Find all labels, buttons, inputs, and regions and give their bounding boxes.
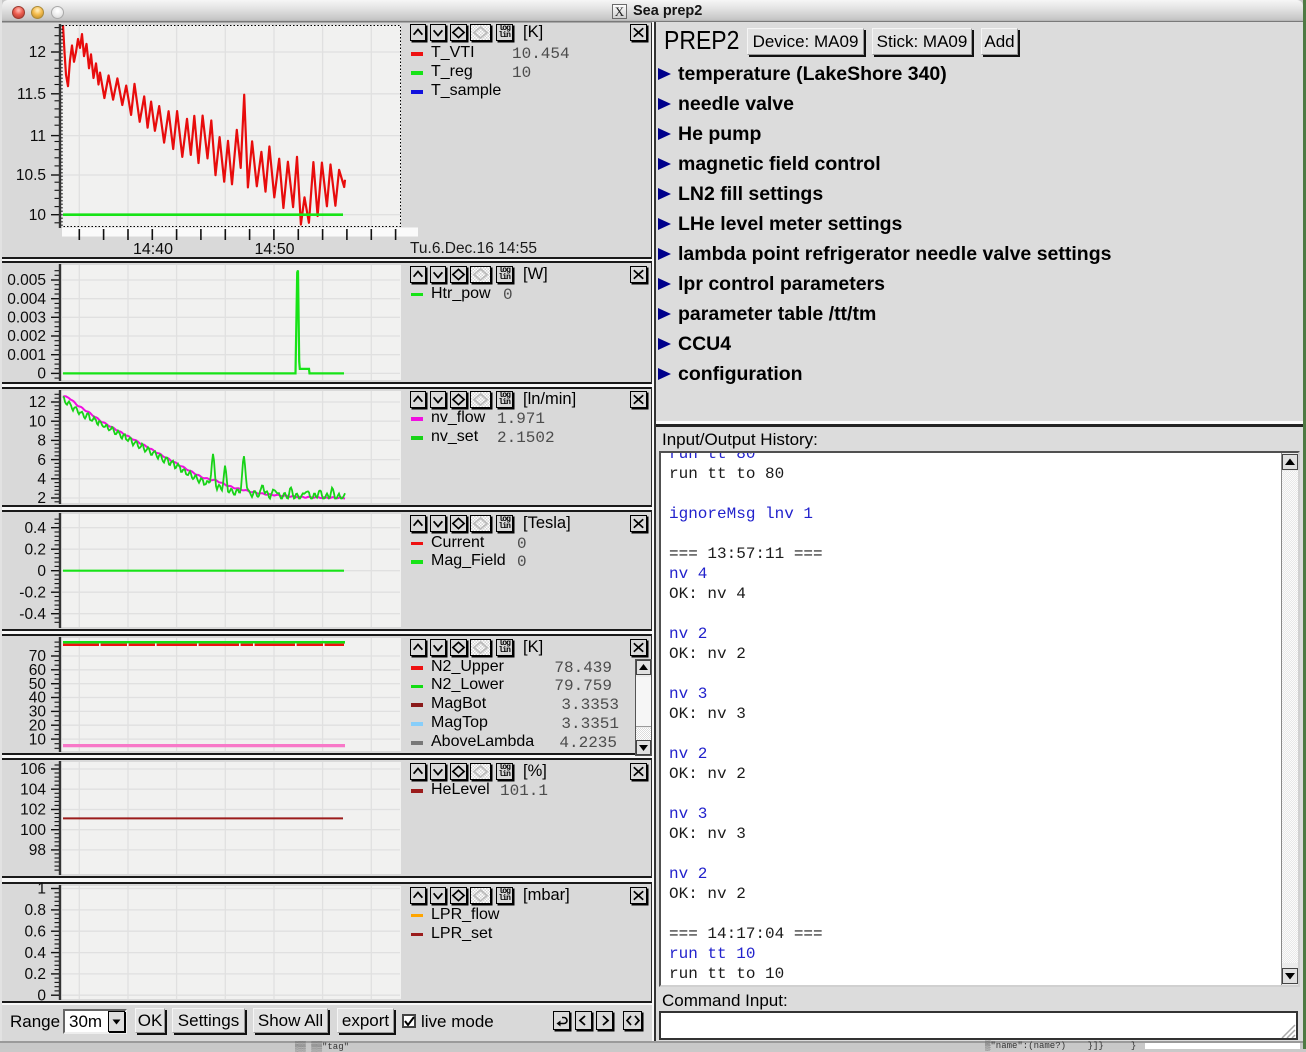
svg-text:0.003: 0.003 xyxy=(7,310,46,327)
svg-text:0.8: 0.8 xyxy=(24,902,46,919)
svg-text:0: 0 xyxy=(37,987,46,1003)
svg-text:0.004: 0.004 xyxy=(7,291,46,308)
svg-text:0: 0 xyxy=(37,563,46,580)
svg-text:0: 0 xyxy=(37,366,46,383)
svg-text:10: 10 xyxy=(29,731,47,748)
svg-text:11: 11 xyxy=(30,128,46,145)
svg-text:0.001: 0.001 xyxy=(7,347,46,364)
svg-text:0.4: 0.4 xyxy=(24,520,46,537)
svg-text:1: 1 xyxy=(37,882,46,898)
svg-text:10.5: 10.5 xyxy=(16,167,46,184)
svg-text:100: 100 xyxy=(20,822,46,839)
svg-text:0.6: 0.6 xyxy=(24,923,46,940)
svg-text:0.2: 0.2 xyxy=(24,966,46,983)
svg-text:-0.2: -0.2 xyxy=(19,584,46,601)
svg-text:104: 104 xyxy=(20,781,46,798)
svg-text:2: 2 xyxy=(37,490,46,507)
svg-text:14:50: 14:50 xyxy=(254,241,294,258)
svg-text:106: 106 xyxy=(20,761,46,778)
svg-text:0.005: 0.005 xyxy=(7,272,46,289)
svg-text:4: 4 xyxy=(37,471,46,488)
svg-text:12: 12 xyxy=(29,44,46,61)
svg-text:102: 102 xyxy=(20,802,46,819)
svg-text:0.002: 0.002 xyxy=(7,328,46,345)
svg-text:98: 98 xyxy=(29,842,46,859)
svg-text:14:40: 14:40 xyxy=(133,241,173,258)
svg-text:0.2: 0.2 xyxy=(24,541,46,558)
svg-text:12: 12 xyxy=(29,394,46,411)
svg-text:0.4: 0.4 xyxy=(24,945,46,962)
svg-text:6: 6 xyxy=(37,452,46,469)
svg-text:10: 10 xyxy=(29,207,47,224)
svg-text:-0.4: -0.4 xyxy=(19,606,46,623)
svg-text:10: 10 xyxy=(29,413,47,430)
svg-text:11.5: 11.5 xyxy=(17,86,46,103)
svg-text:8: 8 xyxy=(37,433,46,450)
